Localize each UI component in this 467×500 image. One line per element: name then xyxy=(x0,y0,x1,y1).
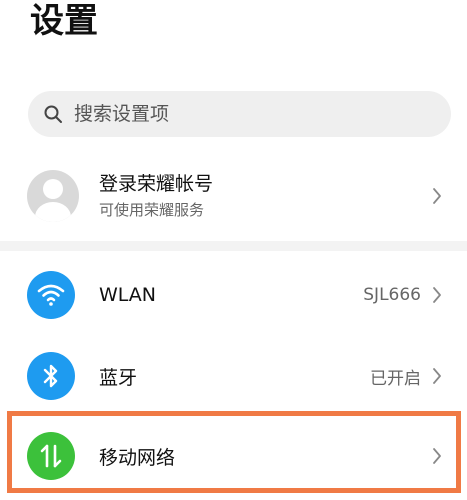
settings-item-wlan[interactable]: WLAN SJL666 xyxy=(0,268,467,322)
settings-item-label: WLAN xyxy=(99,284,157,306)
settings-item-value: 已开启 xyxy=(370,368,421,389)
settings-item-bluetooth[interactable]: 蓝牙 已开启 xyxy=(0,349,467,403)
settings-item-label: 蓝牙 xyxy=(99,366,138,389)
search-icon xyxy=(42,103,64,125)
bluetooth-icon xyxy=(27,352,75,400)
page-title: 设置 xyxy=(30,1,98,41)
section-divider xyxy=(0,241,467,251)
highlight-box xyxy=(7,411,461,493)
wifi-icon xyxy=(27,271,75,319)
chevron-right-icon xyxy=(431,367,443,385)
chevron-right-icon xyxy=(431,187,443,205)
account-subtitle: 可使用荣耀服务 xyxy=(99,201,205,219)
account-row[interactable]: 登录荣耀帐号 可使用荣耀服务 xyxy=(0,166,467,226)
avatar xyxy=(27,170,79,222)
search-input[interactable] xyxy=(72,102,436,126)
settings-item-value: SJL666 xyxy=(363,285,421,305)
account-title: 登录荣耀帐号 xyxy=(99,173,214,195)
search-bar[interactable] xyxy=(28,91,451,137)
chevron-right-icon xyxy=(431,286,443,304)
